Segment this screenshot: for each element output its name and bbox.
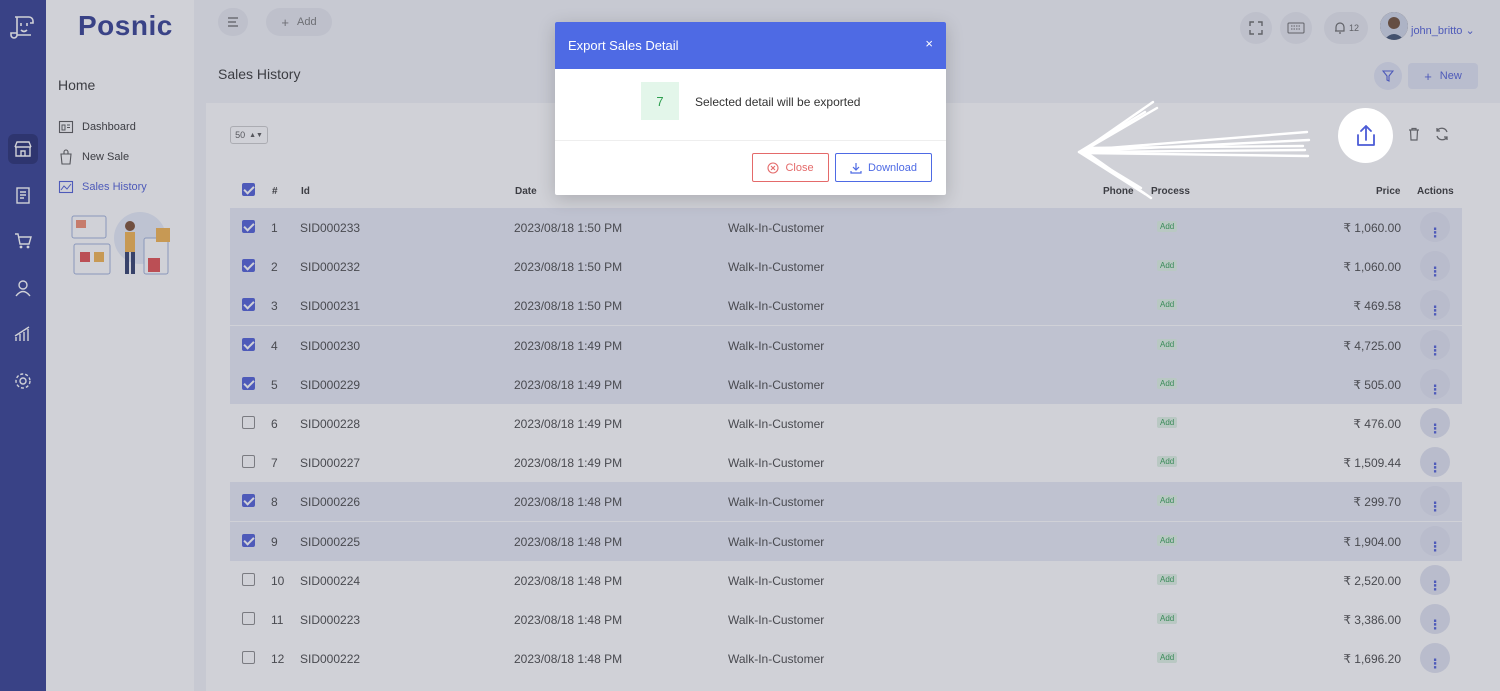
modal-message: Selected detail will be exported — [695, 95, 861, 109]
download-icon — [850, 162, 862, 174]
modal-header: Export Sales Detail × — [555, 22, 946, 69]
upload-icon — [1356, 124, 1375, 146]
modal-title: Export Sales Detail — [568, 38, 679, 53]
download-label: Download — [868, 161, 917, 174]
export-button[interactable] — [1338, 108, 1393, 163]
selected-count-badge: 7 — [641, 82, 679, 120]
close-circle-icon — [767, 161, 779, 174]
pointer-arrow-icon — [1077, 100, 1311, 200]
modal-body: 7 Selected detail will be exported — [555, 69, 946, 141]
download-button[interactable]: Download — [835, 153, 932, 182]
close-button[interactable]: Close — [752, 153, 829, 182]
close-label: Close — [785, 161, 814, 174]
modal-close-x-icon[interactable]: × — [925, 36, 933, 51]
